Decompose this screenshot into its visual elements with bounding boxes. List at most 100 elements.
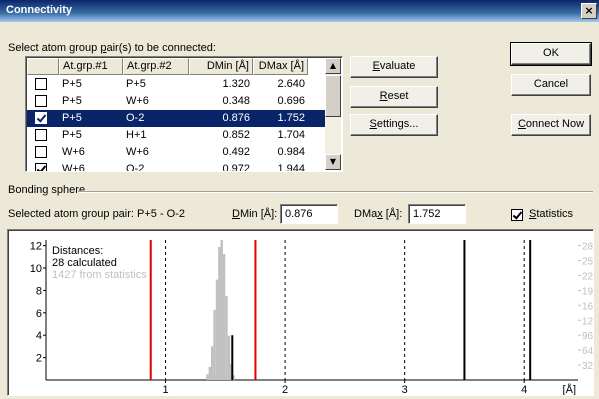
row-checkbox-cell[interactable]: [27, 76, 59, 93]
stat-bar: [215, 279, 219, 380]
ok-button[interactable]: OK: [510, 42, 592, 66]
row-checkbox-cell[interactable]: [27, 127, 59, 144]
bonding-sphere-label: Bonding sphere: [8, 184, 86, 196]
row-checkbox[interactable]: [35, 112, 47, 124]
title-bar: Connectivity ×: [0, 0, 599, 22]
row-dmax: 1.704: [277, 129, 305, 141]
scroll-thumb[interactable]: [325, 75, 341, 117]
x-tick-label: 4: [521, 384, 527, 395]
header-group2[interactable]: At.grp.#2: [123, 58, 189, 75]
dmax-input[interactable]: 1.752: [408, 204, 466, 224]
row-group1: P+5: [62, 129, 82, 141]
row-dmax: 0.696: [277, 95, 305, 107]
row-dmax: 2.640: [277, 78, 305, 90]
y-tick-label: 12: [30, 241, 42, 253]
y-tick-label: 2: [36, 353, 42, 365]
dmin-input[interactable]: 0.876: [280, 204, 338, 224]
distance-histogram-chart: 246810123264961281601922242562881234[Å]D…: [30, 240, 599, 396]
row-checkbox-cell[interactable]: [27, 110, 59, 127]
y2-tick-label: 128: [582, 316, 593, 327]
row-group1: W+6: [62, 163, 85, 172]
y2-tick-label: 192: [582, 286, 593, 297]
list-scrollbar[interactable]: ▲ ▼: [325, 58, 341, 170]
statistics-label[interactable]: Statistics: [529, 208, 573, 220]
row-group2: H+1: [126, 129, 147, 141]
header-group1[interactable]: At.grp.#1: [59, 58, 123, 75]
row-dmax: 0.984: [277, 146, 305, 158]
dmin-label: DMin [Å]:: [232, 208, 278, 220]
stat-bar: [222, 254, 226, 380]
row-dmin: 0.972: [222, 163, 250, 172]
row-checkbox-cell[interactable]: [27, 93, 59, 110]
y2-tick-label: 64: [582, 346, 593, 357]
settings-button[interactable]: Settings...: [350, 114, 438, 136]
y2-tick-label: 256: [582, 257, 593, 268]
y2-tick-label: 32: [582, 361, 593, 372]
header-dmax[interactable]: DMax [Å]: [253, 58, 308, 75]
row-checkbox[interactable]: [35, 146, 47, 158]
header-check[interactable]: [27, 58, 59, 75]
x-tick-label: 1: [162, 384, 168, 395]
select-pairs-label: Select atom group pair(s) to be connecte…: [8, 42, 216, 54]
distances-label: Distances:: [52, 245, 103, 257]
y2-tick-label: 288: [582, 242, 593, 253]
row-dmin: 1.320: [222, 78, 250, 90]
y-tick-label: 6: [36, 308, 42, 320]
row-checkbox[interactable]: [35, 78, 47, 90]
stat-bar: [213, 310, 216, 380]
stat-bar: [227, 335, 231, 380]
row-checkbox-cell[interactable]: [27, 144, 59, 161]
stat-bar: [218, 247, 221, 380]
stat-bar: [206, 374, 209, 380]
x-tick-label: 3: [402, 384, 408, 395]
row-group2: W+6: [126, 146, 149, 158]
connect-now-button[interactable]: Connect Now: [511, 114, 591, 136]
row-dmin: 0.348: [222, 95, 250, 107]
selected-pair-label: Selected atom group pair: P+5 - O-2: [8, 208, 186, 220]
stat-bar: [210, 346, 214, 380]
row-dmin: 0.492: [222, 146, 250, 158]
row-group2: P+5: [126, 78, 146, 90]
calc-bar: [231, 335, 234, 380]
statistics-count: 1427 from statistics: [52, 269, 147, 281]
row-dmax: 1.944: [277, 163, 305, 172]
list-row[interactable]: W+6 W+6 0.492 0.984: [27, 144, 325, 161]
atom-pair-list[interactable]: At.grp.#1 At.grp.#2 DMin [Å] DMax [Å] P+…: [25, 56, 343, 172]
close-button[interactable]: ×: [581, 3, 597, 19]
row-checkbox[interactable]: [35, 95, 47, 107]
y2-tick-label: 160: [582, 301, 593, 312]
scroll-down-icon[interactable]: ▼: [325, 154, 341, 170]
dmax-label: DMax [Å]:: [354, 208, 403, 220]
row-group1: P+5: [62, 112, 82, 124]
row-dmin: 0.876: [222, 112, 250, 124]
row-group1: P+5: [62, 78, 82, 90]
row-group2: O-2: [126, 112, 145, 124]
row-group1: P+5: [62, 95, 82, 107]
row-checkbox[interactable]: [35, 163, 47, 171]
row-checkbox[interactable]: [35, 129, 47, 141]
row-dmin: 0.852: [222, 129, 250, 141]
evaluate-button[interactable]: Evaluate: [350, 56, 438, 78]
calculated-count: 28 calculated: [52, 257, 117, 269]
list-row[interactable]: P+5 W+6 0.348 0.696: [27, 93, 325, 110]
list-row[interactable]: P+5 H+1 0.852 1.704: [27, 127, 325, 144]
x-unit-label: [Å]: [563, 383, 576, 395]
stat-bar: [208, 366, 211, 380]
reset-button[interactable]: Reset: [350, 86, 438, 108]
list-row[interactable]: P+5 P+5 1.320 2.640: [27, 76, 325, 93]
row-group2: O-2: [126, 163, 145, 172]
window-title: Connectivity: [6, 4, 73, 16]
group-divider: [78, 191, 593, 193]
y2-tick-label: 224: [582, 271, 593, 282]
header-dmin[interactable]: DMin [Å]: [189, 58, 253, 75]
row-group1: W+6: [62, 146, 85, 158]
y2-tick-label: 96: [582, 331, 593, 342]
cancel-button[interactable]: Cancel: [511, 74, 591, 96]
list-row[interactable]: W+6 O-2 0.972 1.944: [27, 161, 325, 172]
row-checkbox-cell[interactable]: [27, 161, 59, 171]
x-tick-label: 2: [282, 384, 288, 395]
scroll-up-icon[interactable]: ▲: [325, 58, 341, 74]
stat-bar: [225, 296, 228, 380]
statistics-checkbox[interactable]: [511, 209, 523, 221]
list-row[interactable]: P+5 O-2 0.876 1.752: [27, 110, 325, 127]
